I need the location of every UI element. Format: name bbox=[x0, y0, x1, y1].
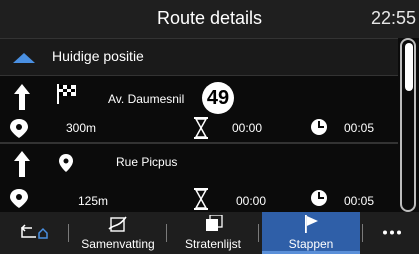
distance-pin-icon bbox=[10, 189, 28, 208]
route-summary-icon bbox=[108, 216, 127, 232]
step-duration: 00:00 bbox=[236, 194, 267, 208]
current-position-label: Huidige positie bbox=[52, 48, 144, 64]
divider bbox=[258, 224, 259, 242]
divider bbox=[166, 224, 167, 242]
scroll-thumb[interactable] bbox=[405, 43, 413, 91]
step-street: Rue Picpus bbox=[116, 155, 178, 169]
callout-badge: 49 bbox=[202, 82, 234, 114]
step-arrival: 00:05 bbox=[344, 121, 375, 135]
clock: 22:55 bbox=[370, 8, 416, 28]
tab-summary-label: Samenvatting bbox=[81, 237, 155, 251]
bottom-toolbar: Samenvatting Stratenlijst Stappen bbox=[0, 212, 419, 254]
tab-steps-label: Stappen bbox=[288, 237, 334, 251]
back-button[interactable] bbox=[0, 212, 66, 254]
current-position-row[interactable]: Huidige positie bbox=[0, 38, 398, 76]
tab-street-list-label: Stratenlijst bbox=[184, 237, 242, 251]
step-distance: 300m bbox=[66, 121, 97, 135]
header-bar: Route details 22:55 bbox=[0, 0, 419, 38]
flag-icon bbox=[305, 215, 318, 233]
tab-steps[interactable]: Stappen bbox=[262, 212, 360, 254]
street-list-icon bbox=[206, 215, 223, 231]
scrollbar[interactable] bbox=[399, 38, 419, 212]
location-pin-icon bbox=[59, 154, 73, 172]
checkered-flag-icon bbox=[57, 84, 76, 104]
chevron-up-icon[interactable] bbox=[11, 51, 37, 65]
step-arrival: 00:05 bbox=[344, 194, 375, 208]
more-options-icon bbox=[383, 230, 401, 235]
scroll-track[interactable] bbox=[400, 38, 416, 212]
step-street: Av. Daumesnil bbox=[108, 92, 185, 106]
divider bbox=[0, 142, 398, 144]
distance-pin-icon bbox=[10, 119, 28, 138]
step-distance: 125m bbox=[78, 194, 109, 208]
divider bbox=[362, 224, 363, 242]
arrow-up-icon bbox=[14, 151, 30, 177]
page-title: Route details bbox=[156, 8, 263, 28]
hourglass-icon bbox=[194, 188, 208, 210]
back-home-icon bbox=[20, 224, 48, 239]
hourglass-icon bbox=[194, 117, 208, 139]
divider bbox=[68, 224, 69, 242]
step-duration: 00:00 bbox=[232, 121, 263, 135]
arrow-up-icon bbox=[14, 84, 30, 110]
tab-summary[interactable]: Samenvatting bbox=[72, 212, 164, 254]
more-options-button[interactable] bbox=[366, 212, 419, 254]
tab-street-list[interactable]: Stratenlijst bbox=[170, 212, 256, 254]
clock-icon bbox=[311, 190, 327, 206]
clock-icon bbox=[311, 119, 327, 135]
